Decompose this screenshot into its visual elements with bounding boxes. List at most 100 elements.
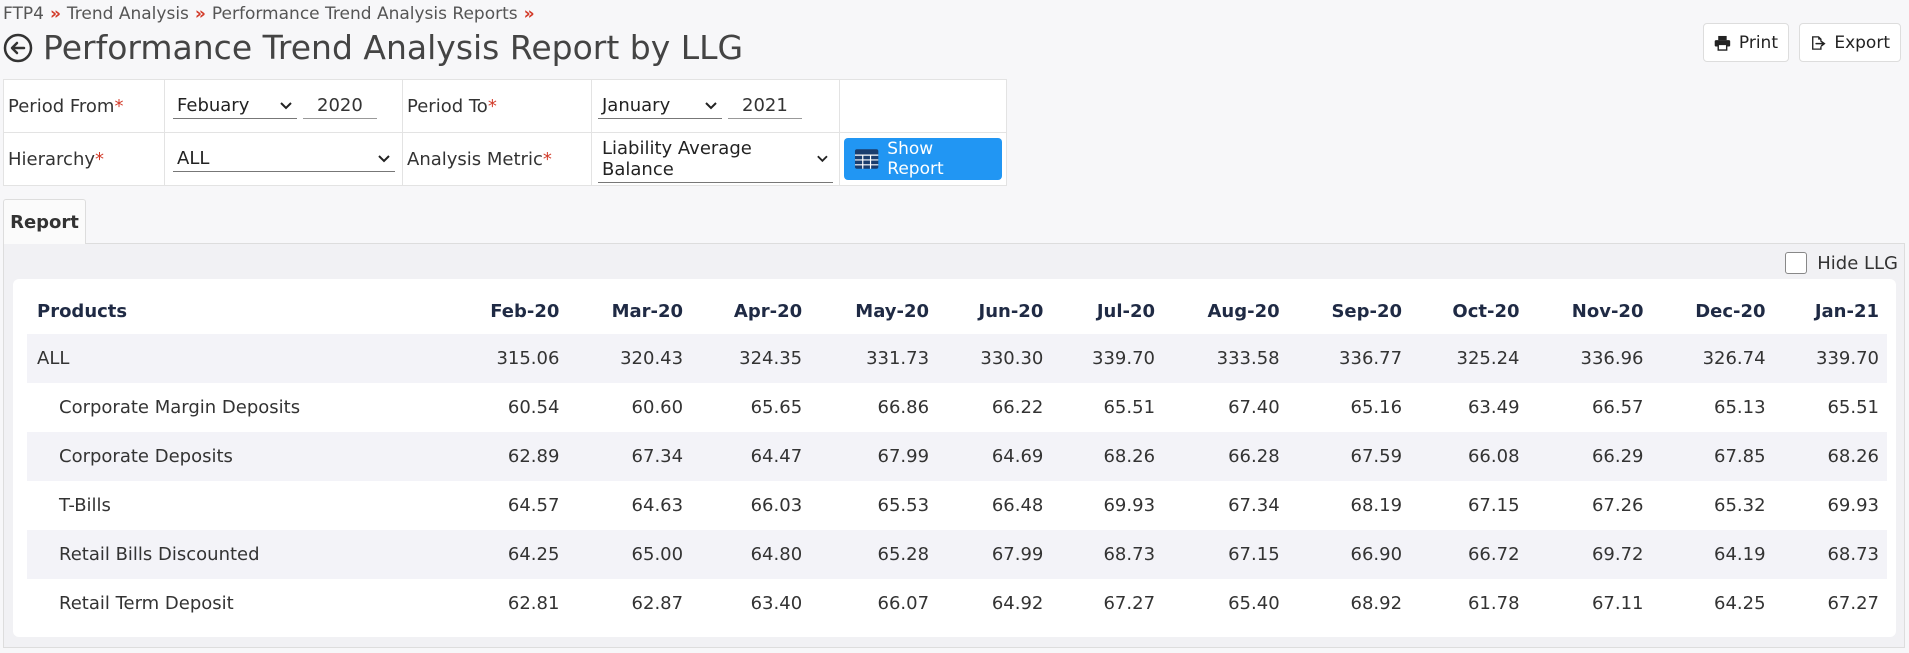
chevron-down-icon xyxy=(817,155,828,162)
product-name-cell: Retail Bills Discounted xyxy=(27,530,447,579)
period-to-year-input[interactable]: 2021 xyxy=(728,93,802,119)
product-name-cell: Retail Term Deposit xyxy=(59,593,234,614)
value-cell: 67.27 xyxy=(1827,593,1879,614)
value-cell: 65.00 xyxy=(567,530,692,579)
analysis-metric-select[interactable]: Liability Average Balance xyxy=(598,136,833,183)
show-report-label: Show Report xyxy=(887,139,944,179)
breadcrumb-separator: » xyxy=(49,4,61,24)
table-icon xyxy=(854,149,879,169)
value-cell: 324.35 xyxy=(691,334,811,383)
value-cell: 69.93 xyxy=(1103,495,1156,516)
value-cell: 67.26 xyxy=(1591,495,1644,516)
report-panel: Hide LLG Products Feb-20 Mar-20 Apr-20 May-2… xyxy=(3,243,1905,648)
product-name-cell: T-Bills xyxy=(59,495,111,516)
value-cell: 67.99 xyxy=(810,432,938,481)
value-cell: 60.54 xyxy=(507,397,560,418)
column-header-products: Products xyxy=(37,301,128,322)
value-cell: 65.65 xyxy=(750,397,803,418)
value-cell: 66.86 xyxy=(877,397,930,418)
period-from-year-input[interactable]: 2020 xyxy=(303,93,377,119)
value-cell: 61.78 xyxy=(1467,593,1520,614)
breadcrumb-link-ftp4[interactable]: FTP4 xyxy=(3,4,44,24)
period-to-label: Period To* xyxy=(402,79,592,133)
breadcrumb-separator: » xyxy=(523,4,535,24)
chevron-down-icon xyxy=(705,101,717,109)
value-cell: 64.57 xyxy=(507,495,560,516)
table-row: T-Bills 64.57 64.63 66.03 65.53 66.48 69.93 67.… xyxy=(27,481,1887,530)
hierarchy-select[interactable]: ALL xyxy=(173,146,395,172)
value-cell: 67.15 xyxy=(1467,495,1520,516)
report-table: Products Feb-20 Mar-20 Apr-20 May-20 Jun-20 Ju… xyxy=(27,289,1887,628)
column-header-month: Jun-20 xyxy=(978,301,1044,322)
value-cell: 64.25 xyxy=(1714,593,1766,614)
value-cell: 65.16 xyxy=(1350,397,1403,418)
value-cell: 68.19 xyxy=(1350,495,1403,516)
value-cell: 325.24 xyxy=(1410,334,1528,383)
value-cell: 65.32 xyxy=(1714,495,1766,516)
value-cell: 67.40 xyxy=(1228,397,1280,418)
value-cell: 63.49 xyxy=(1467,397,1520,418)
value-cell: 67.34 xyxy=(567,432,692,481)
value-cell: 66.29 xyxy=(1527,432,1652,481)
value-cell: 333.58 xyxy=(1163,334,1288,383)
value-cell: 66.57 xyxy=(1591,397,1644,418)
breadcrumb-link-performance-reports[interactable]: Performance Trend Analysis Reports xyxy=(212,4,518,24)
value-cell: 336.77 xyxy=(1287,334,1411,383)
column-header-month: Feb-20 xyxy=(490,301,560,322)
value-cell: 64.47 xyxy=(691,432,811,481)
value-cell: 67.34 xyxy=(1228,495,1280,516)
export-icon xyxy=(1812,35,1826,50)
value-cell: 69.72 xyxy=(1527,530,1652,579)
value-cell: 64.80 xyxy=(691,530,811,579)
value-cell: 64.69 xyxy=(937,432,1052,481)
print-button[interactable]: Print xyxy=(1703,23,1789,62)
value-cell: 66.08 xyxy=(1410,432,1528,481)
value-cell: 62.81 xyxy=(507,593,560,614)
period-from-month-select[interactable]: Febuary xyxy=(173,93,297,119)
export-label: Export xyxy=(1834,32,1890,53)
value-cell: 67.27 xyxy=(1103,593,1156,614)
chevron-down-icon xyxy=(280,101,292,109)
value-cell: 331.73 xyxy=(810,334,938,383)
back-icon[interactable] xyxy=(3,33,33,63)
value-cell: 68.73 xyxy=(1773,530,1887,579)
value-cell: 64.63 xyxy=(631,495,684,516)
hide-llg-label: Hide LLG xyxy=(1817,252,1898,274)
value-cell: 62.89 xyxy=(447,432,568,481)
product-name-cell: Corporate Margin Deposits xyxy=(59,397,301,418)
value-cell: 68.73 xyxy=(1051,530,1164,579)
show-report-button[interactable]: Show Report xyxy=(844,138,1002,180)
export-button[interactable]: Export xyxy=(1799,23,1901,62)
report-card: Products Feb-20 Mar-20 Apr-20 May-20 Jun-20 Ju… xyxy=(13,279,1896,637)
hide-llg-toggle[interactable]: Hide LLG xyxy=(1785,252,1898,274)
product-name-cell: ALL xyxy=(27,334,447,383)
period-to-month-select[interactable]: January xyxy=(598,93,722,119)
value-cell: 68.26 xyxy=(1773,432,1887,481)
column-header-month: May-20 xyxy=(855,301,930,322)
value-cell: 336.96 xyxy=(1527,334,1652,383)
value-cell: 339.70 xyxy=(1773,334,1887,383)
table-row: Corporate Margin Deposits 60.54 60.60 65.65… xyxy=(27,383,1887,432)
value-cell: 320.43 xyxy=(567,334,692,383)
value-cell: 64.92 xyxy=(991,593,1044,614)
value-cell: 67.15 xyxy=(1163,530,1288,579)
value-cell: 67.99 xyxy=(937,530,1052,579)
column-header-month: Aug-20 xyxy=(1207,301,1280,322)
column-header-month: Oct-20 xyxy=(1452,301,1520,322)
value-cell: 67.59 xyxy=(1287,432,1411,481)
value-cell: 65.40 xyxy=(1228,593,1280,614)
table-row: Retail Term Deposit 62.81 62.87 63.40 66.07 6… xyxy=(27,579,1887,628)
hide-llg-checkbox[interactable] xyxy=(1785,252,1808,274)
value-cell: 66.72 xyxy=(1410,530,1528,579)
tab-report[interactable]: Report xyxy=(3,199,86,244)
breadcrumb-separator: » xyxy=(194,4,206,24)
value-cell: 64.19 xyxy=(1651,530,1774,579)
value-cell: 66.28 xyxy=(1163,432,1288,481)
value-cell: 66.07 xyxy=(877,593,930,614)
value-cell: 60.60 xyxy=(631,397,684,418)
breadcrumb: FTP4» Trend Analysis» Performance Trend An… xyxy=(3,4,541,24)
column-header-month: Jul-20 xyxy=(1096,301,1156,322)
breadcrumb-link-trend-analysis[interactable]: Trend Analysis xyxy=(67,4,189,24)
table-row: ALL 315.06 320.43 324.35 331.73 330.30 339.70 3… xyxy=(27,334,1887,383)
value-cell: 65.51 xyxy=(1103,397,1156,418)
